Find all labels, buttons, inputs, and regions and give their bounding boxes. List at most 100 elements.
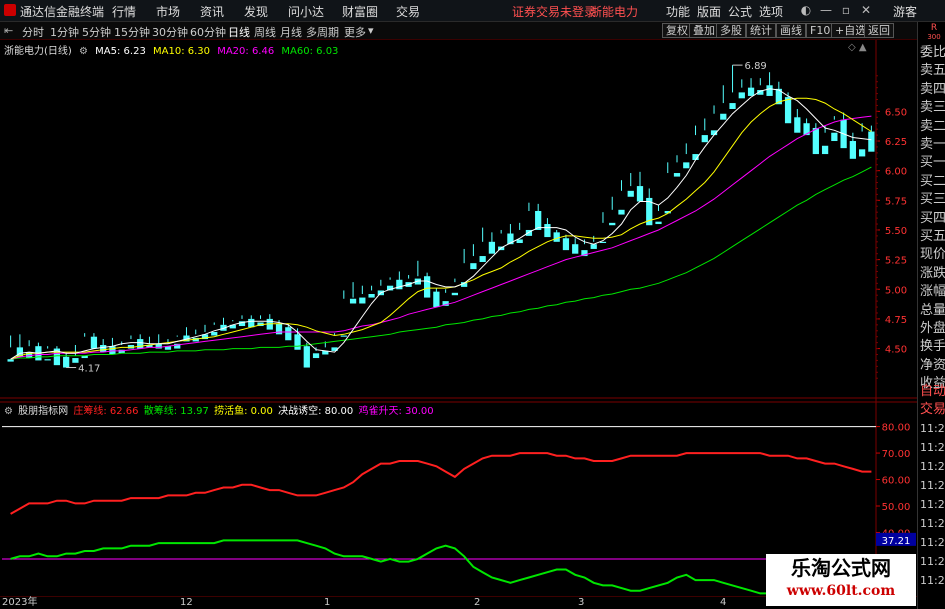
candle-body — [285, 327, 292, 341]
candle-body — [423, 276, 431, 298]
sidebar-item[interactable]: 换手 — [920, 338, 945, 356]
date-label: 4 — [720, 597, 727, 608]
sidebar-auto-trade[interactable]: 交易 — [920, 401, 945, 419]
candle — [238, 315, 246, 327]
candle-body — [294, 334, 301, 350]
sidebar-auto-trade[interactable]: 自动 — [920, 383, 945, 401]
indicator-settings-icon[interactable]: ⚙ — [4, 406, 13, 417]
candle-body — [858, 149, 866, 157]
candle-body — [673, 173, 681, 177]
panel-collapse-icon[interactable]: ◇ ▲ — [848, 42, 867, 53]
sidebar-tick-time: 11:29 — [920, 422, 945, 435]
sidebar-tick-time: 11:29 — [920, 460, 945, 473]
candle-body — [340, 335, 347, 337]
candle — [729, 65, 736, 109]
settings-icon[interactable]: ⚙ — [79, 46, 88, 57]
sidebar-item[interactable]: 现价 — [920, 246, 945, 264]
ma10-label: MA10: 6.30 — [153, 46, 211, 57]
candle — [44, 346, 51, 361]
sidebar-item[interactable]: 买二 — [920, 173, 945, 191]
candle-body — [137, 339, 144, 349]
candle-body — [766, 85, 773, 96]
candle-body — [609, 222, 616, 226]
sidebar-tick-time: 11:29 — [920, 555, 945, 568]
sidebar-item[interactable]: 卖五 — [920, 62, 945, 80]
ma20-label: MA20: 6.46 — [217, 46, 275, 57]
zhuangchou-line — [10, 452, 872, 515]
candle — [516, 222, 523, 244]
candle-body — [470, 263, 477, 270]
sidebar-item[interactable]: 涨幅 — [920, 283, 945, 301]
candle — [831, 116, 838, 142]
candle-body — [72, 358, 79, 363]
candle — [710, 105, 718, 136]
candle — [470, 244, 477, 270]
main-panel-title[interactable]: 浙能电力(日线) — [4, 46, 72, 57]
sidebar-item[interactable]: 卖一 — [920, 136, 945, 154]
date-label: 2023年 — [2, 597, 38, 608]
candle — [63, 352, 70, 368]
candle-body — [349, 298, 357, 304]
candle-body — [720, 113, 727, 120]
candle — [155, 334, 162, 349]
sidebar-item[interactable]: 买三 — [920, 191, 945, 209]
price-tick-label: 6.00 — [885, 167, 907, 178]
indicator-tick-label: 70.00 — [882, 449, 911, 460]
sidebar-item[interactable]: 买一 — [920, 154, 945, 172]
sidebar-item[interactable]: 卖四 — [920, 81, 945, 99]
candle-body — [516, 239, 523, 244]
candle — [609, 196, 616, 226]
sidebar-tick-time: 11:29 — [920, 574, 945, 587]
sidebar-item[interactable]: 买四 — [920, 210, 945, 228]
candle — [164, 339, 172, 350]
candle-body — [553, 232, 560, 242]
candle-body — [590, 244, 597, 249]
candle — [349, 282, 357, 304]
price-tick-label: 5.00 — [885, 285, 907, 296]
kline-chart[interactable]: 6.50 6.25 6.00 5.75 5.50 5.25 5.00 4.75 4.50 80.0… — [0, 0, 917, 609]
candle — [821, 125, 829, 155]
candle — [747, 78, 755, 96]
watermark-line2: www.60lt.com — [786, 583, 896, 599]
sidebar-item[interactable]: 总量 — [920, 302, 945, 320]
date-label: 2 — [474, 597, 481, 608]
candle-body — [479, 256, 486, 262]
candle — [312, 347, 320, 359]
indicator-panel-info: ⚙ 股朋指标网 庄筹线: 62.66 散筹线: 13.97 捞活鱼: 0.00 … — [4, 402, 436, 417]
sidebar-top-mark: R 300 — [924, 24, 944, 42]
candle-body — [312, 353, 320, 359]
sidebar-item[interactable]: 卖二 — [920, 118, 945, 136]
sidebar-tick-time: 11:29 — [920, 517, 945, 530]
candle — [423, 272, 431, 298]
candle-body — [655, 221, 662, 225]
price-tick-label: 4.50 — [885, 345, 907, 356]
candle — [636, 171, 644, 202]
candle-body — [368, 294, 375, 298]
sidebar-item[interactable]: 卖三 — [920, 99, 945, 117]
ma60-line — [10, 166, 872, 360]
sidebar-item[interactable]: 买五 — [920, 228, 945, 246]
candle — [673, 155, 681, 177]
candle — [683, 143, 690, 169]
ma10-line — [10, 97, 872, 360]
candle — [572, 238, 579, 254]
sidebar-item[interactable]: 涨跌 — [920, 265, 945, 283]
candle — [720, 85, 727, 120]
price-tick-label: 6.25 — [885, 137, 907, 148]
watermark-line1: 乐淘公式网 — [791, 556, 891, 580]
sidebar-item[interactable]: 委比 — [920, 44, 945, 62]
indicator-name[interactable]: 股朋指标网 — [18, 406, 68, 417]
candle-body — [211, 331, 218, 336]
candle-body — [683, 162, 690, 169]
candle-body — [7, 359, 14, 362]
sidebar-item[interactable]: 外盘 — [920, 320, 945, 338]
candle — [701, 118, 708, 143]
candle-body — [248, 318, 255, 328]
price-tick-label: 5.50 — [885, 226, 907, 237]
indicator-tick-label: 80.00 — [882, 423, 911, 434]
candle — [127, 335, 135, 349]
laohuoyu-label: 捞活鱼: 0.00 — [214, 406, 273, 417]
sidebar-top-mark-letter: R — [930, 23, 938, 33]
sidebar-item[interactable]: 净资 — [920, 357, 945, 375]
candle — [562, 234, 570, 251]
